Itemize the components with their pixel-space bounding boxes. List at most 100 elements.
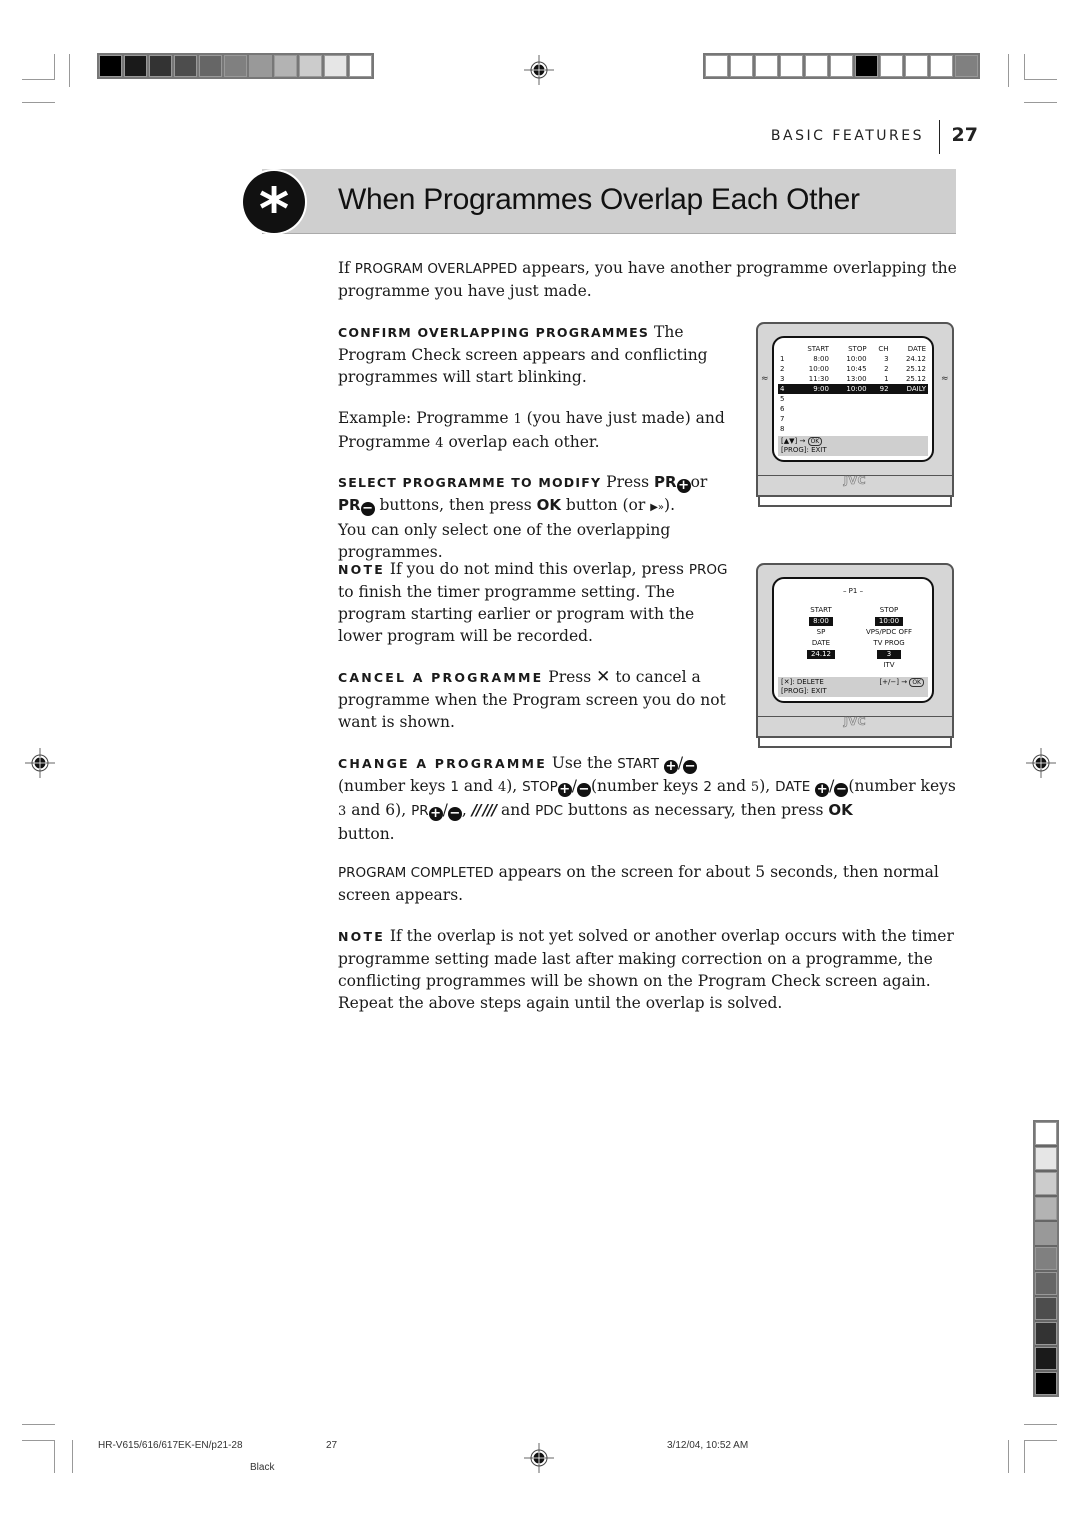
cell-start <box>791 414 831 424</box>
crop-mark <box>22 79 55 80</box>
crop-mark <box>54 1440 55 1473</box>
crop-mark <box>1024 1440 1057 1441</box>
slug-page: 27 <box>326 1440 338 1451</box>
color-swatch <box>855 55 878 77</box>
program-left-column: START 8:00 SP DATE 24.12 <box>786 605 856 660</box>
cell-stop <box>831 404 869 414</box>
color-swatch <box>780 55 803 77</box>
pr-key: PR <box>411 803 429 819</box>
color-swatch <box>224 55 247 77</box>
note-paragraph: NOTE If you do not mind this overlap, pr… <box>338 560 728 645</box>
slug-datetime: 3/12/04, 10:52 AM <box>667 1440 749 1451</box>
cell-start <box>791 424 831 434</box>
cell-idx: 7 <box>780 415 785 423</box>
table-row: 2 10:00 10:45 2 25.12 <box>778 364 928 374</box>
registration-target-icon <box>524 1443 554 1473</box>
minus-circle-icon: − <box>360 501 375 516</box>
date-key: DATE <box>775 779 811 795</box>
color-swatch <box>349 55 372 77</box>
crop-mark <box>69 54 70 87</box>
registration-target-icon <box>25 748 55 778</box>
speed-key-icon: // /// <box>471 801 497 819</box>
color-swatch <box>1035 1197 1057 1220</box>
program-check-table: START STOP CH DATE 1 8:00 10:00 3 24.12 2 10:0… <box>778 344 928 434</box>
cell-date: 25.12 <box>905 375 926 383</box>
cell-ch: 1 <box>884 375 889 383</box>
color-swatch <box>830 55 853 77</box>
step-lead: CANCEL A PROGRAMME <box>338 670 544 685</box>
plus-circle-icon: + <box>676 478 691 493</box>
color-swatch <box>149 55 172 77</box>
color-swatch <box>730 55 753 77</box>
cell-start <box>791 404 831 414</box>
cell-start: 9:00 <box>791 384 831 394</box>
table-row: 6 <box>778 404 928 414</box>
color-calibration-strip <box>1033 1120 1059 1397</box>
color-swatch <box>124 55 147 77</box>
jvc-logo: JVC <box>843 474 867 488</box>
cancel-x-icon: ✕ <box>596 667 611 687</box>
color-swatch <box>930 55 953 77</box>
select-paragraph: SELECT PROGRAMME TO MODIFY Press PR +or P… <box>338 473 708 561</box>
cell-idx: 1 <box>780 355 785 363</box>
crop-mark <box>54 54 55 80</box>
crop-mark <box>1024 1440 1025 1473</box>
cell-stop <box>831 414 869 424</box>
jvc-logo: JVC <box>843 715 867 729</box>
color-swatch <box>199 55 222 77</box>
plus-circle-icon: + <box>815 782 830 797</box>
registration-target-icon <box>524 55 554 85</box>
color-swatch <box>1035 1322 1057 1345</box>
color-swatch <box>1035 1372 1057 1395</box>
color-calibration-strip <box>703 53 980 79</box>
cancel-paragraph: CANCEL A PROGRAMME Press ✕ to cancel a p… <box>338 667 726 731</box>
cell-stop: 13:00 <box>846 375 867 383</box>
step-lead: CHANGE A PROGRAMME <box>338 756 547 771</box>
color-swatch <box>249 55 272 77</box>
color-swatch <box>905 55 928 77</box>
cell-start <box>791 394 831 404</box>
crop-mark <box>22 1424 55 1425</box>
registration-target-icon <box>1026 748 1056 778</box>
color-swatch <box>805 55 828 77</box>
asterisk-icon: * <box>243 171 305 243</box>
tv-stand <box>758 738 952 748</box>
cell-stop: 10:45 <box>846 365 867 373</box>
color-swatch <box>99 55 122 77</box>
cell-ch: 3 <box>884 355 889 363</box>
section-name: BASIC FEATURES <box>770 128 924 144</box>
color-swatch <box>955 55 978 77</box>
ok-icon: OK <box>807 437 823 446</box>
tv-footer: [✕]: DELETE [+/−] → OK [PROG]: EXIT <box>778 677 928 697</box>
cell-start: 10:00 <box>808 365 829 373</box>
table-row: 3 11:30 13:00 1 25.12 <box>778 374 928 384</box>
color-swatch <box>1035 1172 1057 1195</box>
crop-mark <box>1024 54 1025 80</box>
cell-ch: 2 <box>884 365 889 373</box>
crop-mark <box>1008 54 1009 87</box>
cell-date <box>891 394 928 404</box>
keyword: PROGRAM COMPLETED <box>338 865 494 881</box>
cell-idx: 3 <box>780 375 785 383</box>
cell-stop <box>831 424 869 434</box>
tv-footer: [▲▼] → OK [PROG]: EXIT <box>778 436 928 456</box>
crop-mark <box>1024 102 1057 103</box>
color-swatch <box>1035 1222 1057 1245</box>
page-number: 27 <box>951 124 978 146</box>
slug-plate: Black <box>250 1462 275 1473</box>
plus-circle-icon: + <box>663 759 678 774</box>
cell-ch <box>869 394 891 404</box>
cell-ch <box>869 404 891 414</box>
keyword: PROG <box>688 562 728 578</box>
pr-key: PR <box>654 473 677 491</box>
table-row: 7 <box>778 414 928 424</box>
cell-idx: 2 <box>780 365 785 373</box>
pr-key: PR <box>338 496 361 514</box>
ok-key: OK <box>828 801 853 819</box>
tv-screen: – P1 – START 8:00 SP DATE 24.12 STOP 10:… <box>772 577 934 703</box>
confirm-paragraph: CONFIRM OVERLAPPING PROGRAMMES The Progr… <box>338 323 708 386</box>
minus-circle-icon: − <box>447 806 462 821</box>
color-swatch <box>324 55 347 77</box>
cell-ch: 92 <box>868 384 891 394</box>
note-lead: NOTE <box>338 562 385 577</box>
